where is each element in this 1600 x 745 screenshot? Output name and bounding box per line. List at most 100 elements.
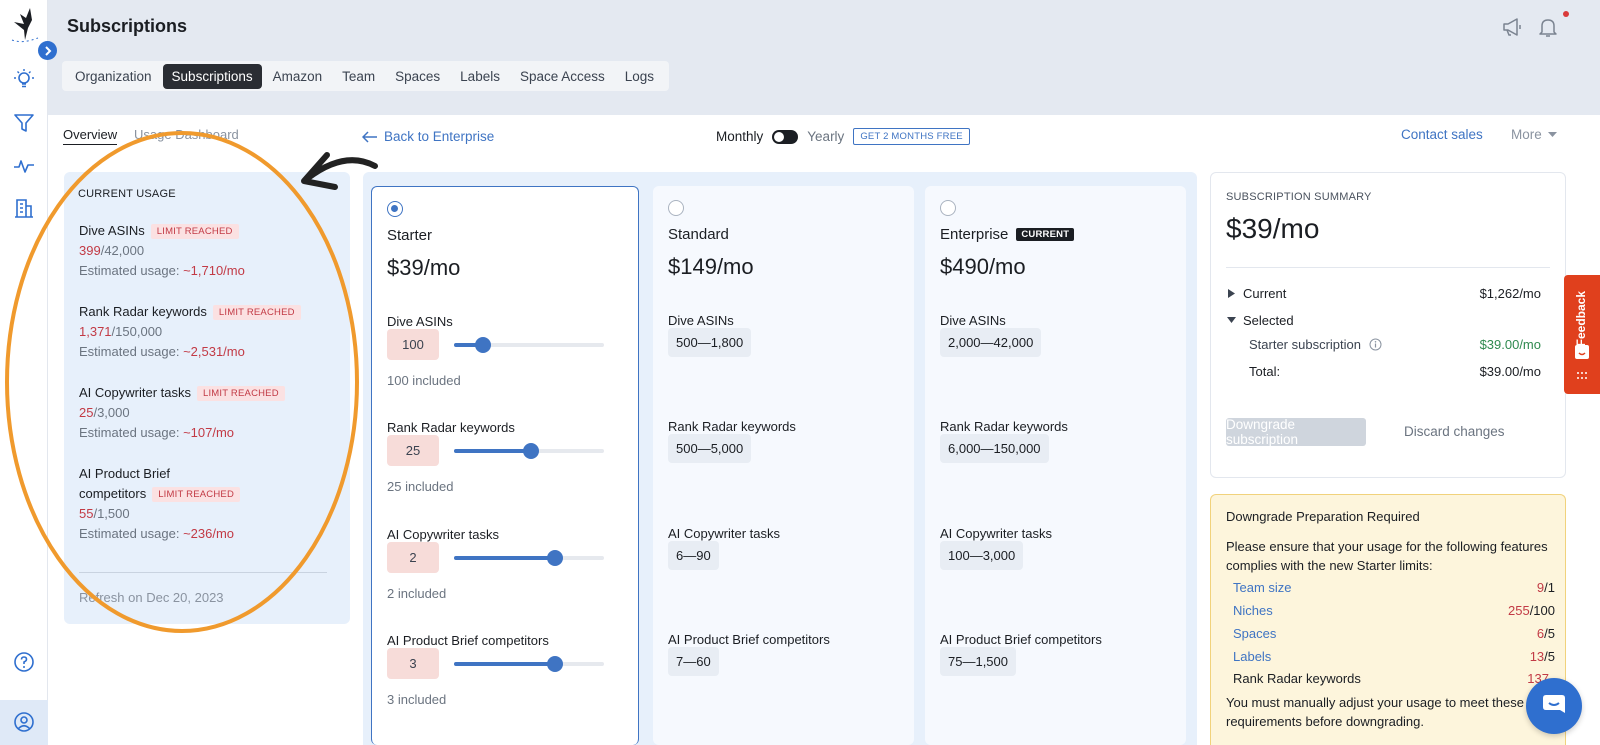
feature-slider[interactable] [454,656,604,672]
tab-organization[interactable]: Organization [66,64,161,89]
prep-row: Rank Radar keywords 137 [1233,671,1555,686]
plan-card-enterprise[interactable]: Enterprise CURRENT $490/mo Dive ASINs 2,0… [925,186,1186,745]
slider-knob[interactable] [474,337,491,353]
tab-labels[interactable]: Labels [451,64,509,89]
building-icon[interactable] [13,197,35,219]
tab-amazon[interactable]: Amazon [264,64,332,89]
contact-sales-link[interactable]: Contact sales [1401,127,1483,142]
feature-range: 500—5,000 [668,434,752,463]
caret-right-icon[interactable] [1228,289,1236,298]
feature-slider[interactable] [454,550,604,566]
slider-knob[interactable] [546,550,563,566]
tab-subscriptions[interactable]: Subscriptions [162,63,262,89]
tab-logs[interactable]: Logs [616,64,663,89]
selected-row-toggle[interactable]: Selected [1243,313,1294,328]
limit-reached-badge: LIMIT REACHED [150,224,239,239]
feature-label: AI Product Brief competitors [940,632,1102,647]
yearly-label[interactable]: Yearly [807,129,844,144]
feature-value-box[interactable]: 25 [387,435,439,466]
starter-value: $39.00/mo [1479,337,1541,352]
megaphone-icon[interactable] [1501,16,1523,38]
feature-range: 75—1,500 [940,647,1016,676]
tab-usage-dashboard[interactable]: Usage Dashboard [134,127,239,142]
usage-divider [79,572,327,573]
usage-limit: /3,000 [93,405,130,420]
current-row-toggle[interactable]: Current [1243,286,1286,301]
slider-fill [454,662,555,666]
plan-card-standard[interactable]: Standard $149/mo Dive ASINs 500—1,800 Ra… [653,186,914,745]
expand-rail-button[interactable] [38,41,57,60]
total-value: $39.00/mo [1479,364,1541,379]
info-icon[interactable] [1369,338,1382,351]
usage-limit: /42,000 [100,243,145,258]
activity-icon[interactable] [13,155,35,177]
slider-knob[interactable] [522,443,539,459]
tab-space-access[interactable]: Space Access [511,64,614,89]
prep-row: Labels 13/5 [1233,649,1555,664]
notification-dot [1563,11,1569,17]
plan-price: $149/mo [668,254,754,279]
feature-value-box[interactable]: 100 [387,329,439,360]
feature-label: AI Copywriter tasks [387,527,499,542]
help-icon[interactable] [13,651,35,673]
prep-feature-link[interactable]: Team size [1233,580,1292,595]
filter-icon[interactable] [13,112,35,134]
total-label: Total: [1249,364,1281,379]
plan-name: Starter [387,227,433,244]
usage-estimate: ~107/mo [183,425,235,440]
usage-name: Rank Radar keywords [79,304,207,319]
feature-slider[interactable] [454,443,604,459]
tab-overview[interactable]: Overview [63,127,118,145]
promo-badge: GET 2 MONTHS FREE [853,128,970,145]
prep-feature-link[interactable]: Niches [1233,603,1273,618]
plan-radio[interactable] [668,200,684,216]
billing-period-switch: Monthly Yearly GET 2 MONTHS FREE [716,128,970,145]
feature-included: 2 included [387,586,447,601]
tab-team[interactable]: Team [333,64,384,89]
prep-feature-link[interactable]: Labels [1233,649,1271,664]
tab-spaces[interactable]: Spaces [386,64,449,89]
starter-subscription-label: Starter subscription [1249,337,1382,352]
feature-label: Rank Radar keywords [668,419,796,434]
user-icon[interactable] [13,711,35,733]
discard-changes-button[interactable]: Discard changes [1404,424,1505,439]
more-label: More [1511,127,1542,142]
chat-support-button[interactable] [1526,678,1582,734]
prep-row: Niches 255/100 [1233,603,1555,618]
plan-radio[interactable] [940,200,956,216]
feedback-tab[interactable]: Feedback [1564,275,1600,394]
more-dropdown[interactable]: More [1511,127,1557,142]
downgrade-subscription-button[interactable]: Downgrade subscription [1226,417,1366,447]
current-plan-badge: CURRENT [1016,228,1075,241]
feature-value-box[interactable]: 2 [387,542,439,573]
limit-reached-badge: LIMIT REACHED [196,386,285,401]
billing-toggle[interactable] [772,129,799,144]
bell-icon[interactable] [1537,16,1559,38]
usage-used: 399 [79,243,101,258]
caret-down-icon[interactable] [1227,317,1236,324]
prep-feature-link[interactable]: Spaces [1233,626,1276,641]
lightbulb-icon[interactable] [13,68,35,90]
prep-feature-label: Rank Radar keywords [1233,671,1361,686]
usage-name-cont: competitors [79,486,147,501]
feature-range: 7—60 [668,647,719,676]
prep-row: Spaces 6/5 [1233,626,1555,641]
usage-item: Rank Radar keywords LIMIT REACHED 1,371/1… [79,302,339,362]
left-rail [0,0,57,745]
slider-fill [454,556,555,560]
slider-knob[interactable] [546,656,563,672]
feature-range: 500—1,800 [668,328,752,357]
bird-logo-icon[interactable] [8,6,40,44]
plan-name: Standard [668,226,729,243]
back-to-enterprise-link[interactable]: Back to Enterprise [362,129,494,144]
plan-card-starter[interactable]: Starter $39/mo Dive ASINs 100 100 includ… [371,186,639,745]
feature-slider[interactable] [454,337,604,353]
page-title: Subscriptions [67,16,188,36]
monthly-label[interactable]: Monthly [716,129,763,144]
drag-handle-icon[interactable] [1576,371,1588,381]
plan-radio[interactable] [387,201,403,217]
feature-value-box[interactable]: 3 [387,648,439,679]
usage-item: AI Copywriter tasks LIMIT REACHED 25/3,00… [79,383,339,443]
prep-limit: /5 [1544,626,1555,641]
usage-used: 25 [79,405,94,420]
